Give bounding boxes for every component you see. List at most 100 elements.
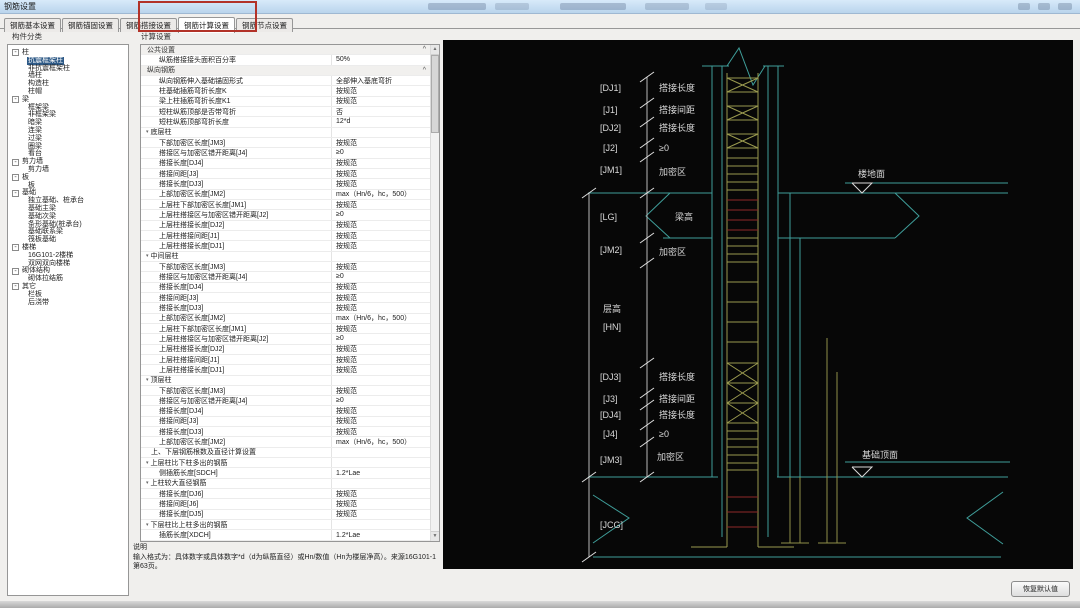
- tree-item[interactable]: 构造柱: [8, 80, 128, 88]
- settings-row[interactable]: 纵筋搭接接头面积百分率50%: [141, 55, 430, 65]
- settings-subgroup-row[interactable]: ▾下层柱比上柱多出的钢筋: [141, 520, 430, 530]
- settings-row[interactable]: 搭接区与加密区错开距离[J4]≥0: [141, 272, 430, 282]
- tab-rebar-lap[interactable]: 钢筋搭接设置: [120, 18, 177, 32]
- setting-value[interactable]: 12*d: [331, 117, 430, 126]
- scroll-up-icon[interactable]: ▲: [431, 45, 439, 55]
- collapse-arrow-icon[interactable]: ▾: [146, 480, 149, 486]
- setting-value[interactable]: max（Hn/6，hc，500）: [331, 437, 430, 446]
- setting-value[interactable]: ≥0: [331, 210, 430, 219]
- collapse-arrow-icon[interactable]: ▾: [146, 253, 149, 259]
- settings-row[interactable]: 上层柱搭接长度[DJ2]按规范: [141, 345, 430, 355]
- tree-item[interactable]: 16G101-2楼梯: [8, 252, 128, 260]
- tree-item[interactable]: 圈梁: [8, 143, 128, 151]
- settings-row[interactable]: 下部加密区长度[JM3]按规范: [141, 138, 430, 148]
- setting-value[interactable]: 按规范: [331, 324, 430, 333]
- tree-item[interactable]: 独立基础、桩承台: [8, 197, 128, 205]
- settings-row[interactable]: 搭接长度[DJ6]按规范: [141, 489, 430, 499]
- setting-value[interactable]: [331, 448, 430, 457]
- setting-value[interactable]: 按规范: [331, 283, 430, 292]
- setting-value[interactable]: ≥0: [331, 396, 430, 405]
- settings-row[interactable]: 搭接长度[DJ5]按规范: [141, 510, 430, 520]
- settings-row[interactable]: 搭接长度[DJ3]按规范: [141, 179, 430, 189]
- tree-collapse-icon[interactable]: -: [12, 283, 19, 290]
- tree-item[interactable]: 非抗震框架柱: [8, 65, 128, 73]
- tree-item[interactable]: 基础联系梁: [8, 228, 128, 236]
- setting-value[interactable]: 按规范: [331, 293, 430, 302]
- settings-row[interactable]: 上部加密区长度[JM2]max（Hn/6，hc，500）: [141, 437, 430, 447]
- settings-row[interactable]: 上、下层钢筋根数及直径计算设置: [141, 448, 430, 458]
- settings-row[interactable]: 搭接间距[J3]按规范: [141, 417, 430, 427]
- settings-row[interactable]: 上层柱搭接间距[J1]按规范: [141, 355, 430, 365]
- setting-value[interactable]: 全部伸入基底弯折: [331, 76, 430, 85]
- settings-row[interactable]: 搭接间距[J3]按规范: [141, 169, 430, 179]
- setting-value[interactable]: 按规范: [331, 262, 430, 271]
- setting-value[interactable]: 否: [331, 107, 430, 116]
- settings-row[interactable]: 梁上柱插筋弯折长度K1按规范: [141, 97, 430, 107]
- setting-value[interactable]: 按规范: [331, 200, 430, 209]
- tree-item[interactable]: -梁: [8, 96, 128, 104]
- settings-group-row[interactable]: 公共设置^: [141, 45, 430, 55]
- setting-value[interactable]: 按规范: [331, 138, 430, 147]
- settings-row[interactable]: 短柱纵筋顶部是否带弯折否: [141, 107, 430, 117]
- settings-subgroup-row[interactable]: ▾中间层柱: [141, 252, 430, 262]
- tree-item[interactable]: 基础次梁: [8, 213, 128, 221]
- setting-value[interactable]: ≥0: [331, 148, 430, 157]
- tree-item[interactable]: -楼梯: [8, 244, 128, 252]
- setting-value[interactable]: 按规范: [331, 345, 430, 354]
- setting-value[interactable]: 按规范: [331, 86, 430, 95]
- settings-row[interactable]: 搭接长度[DJ3]按规范: [141, 427, 430, 437]
- setting-value[interactable]: 按规范: [331, 231, 430, 240]
- tree-item[interactable]: 暗梁: [8, 119, 128, 127]
- tree-item[interactable]: -柱: [8, 49, 128, 57]
- settings-row[interactable]: 上层柱搭接长度[DJ1]按规范: [141, 241, 430, 251]
- settings-row[interactable]: 上层柱搭接长度[DJ1]按规范: [141, 365, 430, 375]
- restore-defaults-button[interactable]: 恢复默认值: [1011, 581, 1070, 597]
- settings-row[interactable]: 纵向钢筋伸入基础锚固形式全部伸入基底弯折: [141, 76, 430, 86]
- settings-row[interactable]: 搭接长度[DJ3]按规范: [141, 303, 430, 313]
- table-scrollbar[interactable]: ▲ ▼: [430, 45, 439, 541]
- settings-row[interactable]: 搭接间距[J3]按规范: [141, 293, 430, 303]
- tree-collapse-icon[interactable]: -: [12, 174, 19, 181]
- setting-value[interactable]: ≥0: [331, 334, 430, 343]
- settings-row[interactable]: 上层柱搭接区与加密区错开距离[J2]≥0: [141, 210, 430, 220]
- group-collapse-icon[interactable]: ^: [423, 67, 426, 75]
- settings-group-row[interactable]: 纵向钢筋^: [141, 66, 430, 76]
- settings-row[interactable]: 短柱纵筋顶部弯折长度12*d: [141, 117, 430, 127]
- settings-subgroup-row[interactable]: ▾上柱较大直径钢筋: [141, 479, 430, 489]
- tree-item[interactable]: 砌体拉结筋: [8, 275, 128, 283]
- setting-value[interactable]: 按规范: [331, 159, 430, 168]
- tree-item[interactable]: 非框架梁: [8, 111, 128, 119]
- tree-item[interactable]: -剪力墙: [8, 158, 128, 166]
- settings-subgroup-row[interactable]: ▾底层柱: [141, 128, 430, 138]
- tab-rebar-calculation[interactable]: 钢筋计算设置: [178, 17, 235, 33]
- settings-row[interactable]: 上层柱下部加密区长度[JM1]按规范: [141, 324, 430, 334]
- setting-value[interactable]: 按规范: [331, 427, 430, 436]
- settings-row[interactable]: 上层柱搭接区与加密区错开距离[J2]≥0: [141, 334, 430, 344]
- tree-item[interactable]: 抗震框架柱: [8, 57, 128, 65]
- collapse-arrow-icon[interactable]: ▾: [146, 129, 149, 135]
- setting-value[interactable]: max（Hn/6，hc，500）: [331, 190, 430, 199]
- settings-row[interactable]: 上层柱下部加密区长度[JM1]按规范: [141, 200, 430, 210]
- setting-value[interactable]: [331, 376, 430, 385]
- scroll-down-icon[interactable]: ▼: [431, 531, 439, 541]
- collapse-arrow-icon[interactable]: ▾: [146, 377, 149, 383]
- settings-row[interactable]: 搭接长度[DJ4]按规范: [141, 406, 430, 416]
- setting-value[interactable]: [331, 252, 430, 261]
- tree-item[interactable]: 剪力墙: [8, 166, 128, 174]
- settings-row[interactable]: 搭接区与加密区错开距离[J4]≥0: [141, 148, 430, 158]
- setting-value[interactable]: 50%: [331, 55, 430, 64]
- tree-item[interactable]: 筏板基础: [8, 236, 128, 244]
- setting-value[interactable]: [331, 128, 430, 137]
- settings-row[interactable]: 柱基础插筋弯折长度K按规范: [141, 86, 430, 96]
- collapse-arrow-icon[interactable]: ▾: [146, 522, 149, 528]
- tree-item[interactable]: 墙柱: [8, 72, 128, 80]
- setting-value[interactable]: 按规范: [331, 221, 430, 230]
- settings-row[interactable]: 侧插筋长度[SDCH]1.2*Lae: [141, 468, 430, 478]
- tree-item[interactable]: 条形基础(桩承台): [8, 221, 128, 229]
- setting-value[interactable]: [331, 479, 430, 488]
- setting-value[interactable]: 按规范: [331, 169, 430, 178]
- setting-value[interactable]: 按规范: [331, 406, 430, 415]
- setting-value[interactable]: 按规范: [331, 365, 430, 374]
- settings-row[interactable]: 搭接长度[DJ4]按规范: [141, 283, 430, 293]
- tree-item[interactable]: -板: [8, 174, 128, 182]
